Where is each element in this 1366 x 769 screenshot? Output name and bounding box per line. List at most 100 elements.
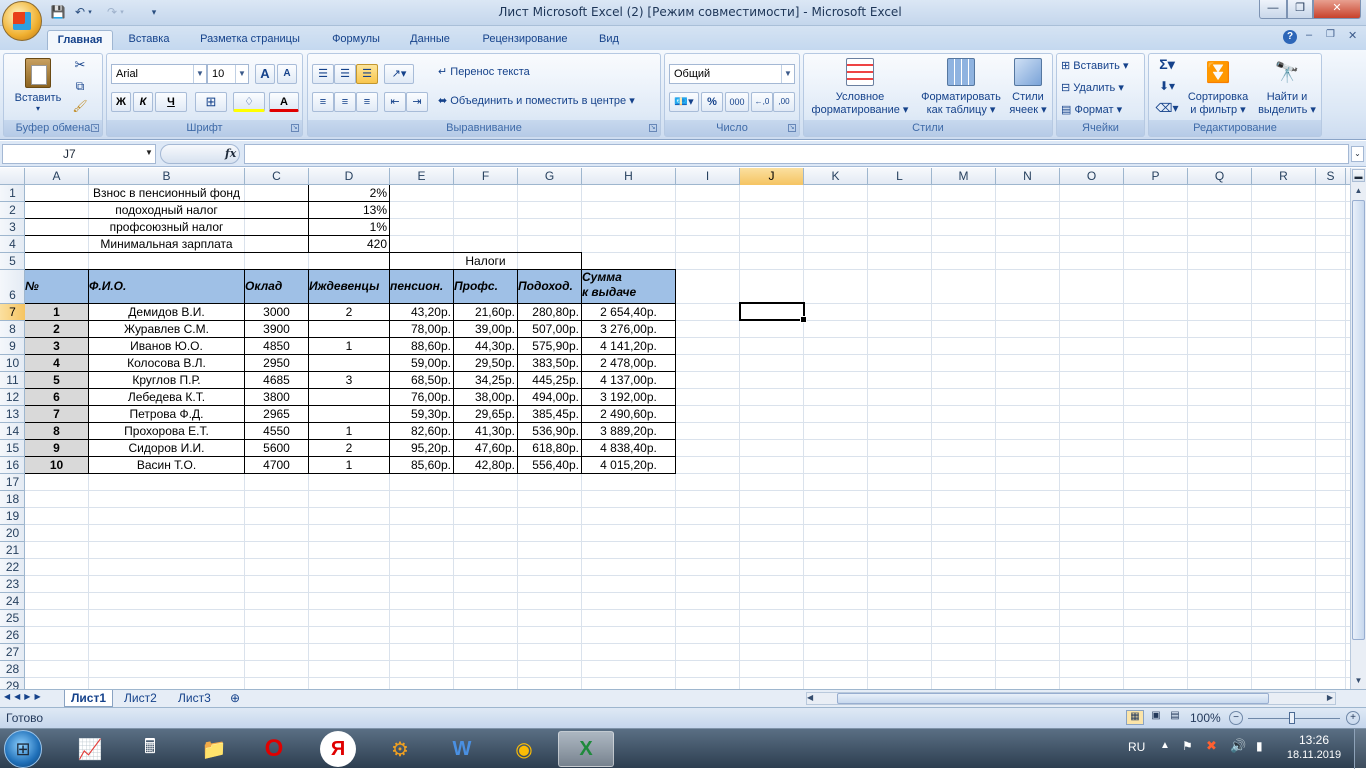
table-cell[interactable]: [308, 320, 390, 338]
column-header-l[interactable]: L: [868, 168, 932, 185]
paste-button[interactable]: Вставить ▾: [10, 58, 66, 114]
column-header-i[interactable]: I: [676, 168, 740, 185]
row-header-13[interactable]: 13: [0, 406, 25, 423]
row-number-cell[interactable]: 10: [25, 456, 89, 474]
table-cell[interactable]: 4 141,20р.: [581, 337, 676, 355]
copy-icon[interactable]: ⧉: [70, 80, 90, 93]
table-header[interactable]: Сумма к выдаче: [581, 269, 676, 304]
delete-cells-button[interactable]: ⊟ Удалить ▾: [1061, 82, 1143, 95]
row-header-22[interactable]: 22: [0, 559, 25, 576]
param-label[interactable]: Взнос в пенсионный фонд: [25, 185, 309, 202]
tray-arrow-icon[interactable]: ▲: [1160, 740, 1170, 751]
table-cell[interactable]: 39,00р.: [453, 320, 518, 338]
table-cell[interactable]: 383,50р.: [517, 354, 582, 372]
table-cell[interactable]: 4685: [244, 371, 309, 389]
name-box[interactable]: J7: [2, 144, 156, 164]
row-header-5[interactable]: 5: [0, 253, 25, 270]
table-cell[interactable]: 4 838,40р.: [581, 439, 676, 457]
table-cell[interactable]: 38,00р.: [453, 388, 518, 406]
insert-sheet-icon[interactable]: ⊕: [230, 691, 240, 705]
table-cell[interactable]: Журавлев С.М.: [88, 320, 245, 338]
row-number-cell[interactable]: 3: [25, 337, 89, 355]
row-number-cell[interactable]: 4: [25, 354, 89, 372]
number-format-select[interactable]: Общий ▼: [669, 64, 795, 84]
table-header[interactable]: Оклад: [244, 269, 309, 304]
column-header-g[interactable]: G: [518, 168, 582, 185]
dialog-launcher-icon[interactable]: ↘: [91, 124, 99, 132]
tray-network-icon[interactable]: ✖: [1206, 738, 1217, 754]
taskbar-chrome-icon[interactable]: ◉: [496, 731, 552, 767]
wrap-text-button[interactable]: ↵ Перенос текста: [438, 66, 558, 79]
table-cell[interactable]: 536,90р.: [517, 422, 582, 440]
align-left-button[interactable]: ≡: [312, 92, 334, 112]
align-center-button[interactable]: ≡: [334, 92, 356, 112]
table-cell[interactable]: 21,60р.: [453, 303, 518, 321]
table-header[interactable]: Подоход.: [517, 269, 582, 304]
row-number-cell[interactable]: 7: [25, 405, 89, 423]
row-number-cell[interactable]: 8: [25, 422, 89, 440]
row-header-28[interactable]: 28: [0, 661, 25, 678]
row-header-3[interactable]: 3: [0, 219, 25, 236]
table-cell[interactable]: 4850: [244, 337, 309, 355]
font-size-select[interactable]: 10 ▼: [207, 64, 249, 84]
scroll-up-icon[interactable]: ▲: [1352, 184, 1365, 198]
taskbar-yandex-icon[interactable]: Я: [320, 731, 356, 767]
table-cell[interactable]: 2965: [244, 405, 309, 423]
vertical-scroll-thumb[interactable]: [1352, 200, 1365, 640]
table-cell[interactable]: 2 654,40р.: [581, 303, 676, 321]
insert-function-button[interactable]: fx: [225, 147, 236, 160]
bold-button[interactable]: Ж: [111, 92, 131, 112]
row-header-24[interactable]: 24: [0, 593, 25, 610]
row-header-16[interactable]: 16: [0, 457, 25, 474]
table-cell[interactable]: 3900: [244, 320, 309, 338]
column-header-f[interactable]: F: [454, 168, 518, 185]
row-header-23[interactable]: 23: [0, 576, 25, 593]
workbook-restore-icon[interactable]: ❐: [1326, 29, 1335, 40]
table-cell[interactable]: 2: [308, 439, 390, 457]
scroll-down-icon[interactable]: ▼: [1352, 674, 1365, 688]
zoom-level[interactable]: 100%: [1190, 711, 1221, 725]
minimize-button[interactable]: —: [1259, 0, 1287, 19]
table-cell[interactable]: Демидов В.И.: [88, 303, 245, 321]
table-cell[interactable]: 47,60р.: [453, 439, 518, 457]
worksheet-grid[interactable]: Взнос в пенсионный фонд 2% подоходный нало…: [25, 185, 1350, 693]
align-bottom-button[interactable]: ☰: [356, 64, 378, 84]
table-cell[interactable]: 1: [308, 456, 390, 474]
taskbar-explorer-icon[interactable]: 📁: [186, 731, 242, 767]
scroll-right-icon[interactable]: ▶: [1327, 693, 1333, 702]
help-icon[interactable]: ?: [1283, 30, 1297, 44]
select-all-button[interactable]: [0, 168, 25, 185]
orientation-button[interactable]: ↗▾: [384, 64, 414, 84]
customize-qat-icon[interactable]: ▾: [146, 5, 162, 20]
autosum-button[interactable]: Σ▾: [1155, 57, 1179, 71]
table-cell[interactable]: 95,20р.: [389, 439, 454, 457]
table-header[interactable]: №: [25, 269, 89, 304]
table-cell[interactable]: 2: [308, 303, 390, 321]
tab-review[interactable]: Рецензирование: [470, 30, 580, 50]
table-cell[interactable]: Васин Т.О.: [88, 456, 245, 474]
row-header-19[interactable]: 19: [0, 508, 25, 525]
row-header-27[interactable]: 27: [0, 644, 25, 661]
table-cell[interactable]: 4 015,20р.: [581, 456, 676, 474]
param-value[interactable]: 2%: [308, 185, 390, 202]
dialog-launcher-icon[interactable]: ↘: [788, 124, 796, 132]
scroll-left-icon[interactable]: ◀: [807, 693, 813, 702]
sheet-tab-1[interactable]: Лист1: [64, 690, 114, 707]
taskbar-word-icon[interactable]: W: [434, 731, 490, 767]
clock-date[interactable]: 18.11.2019: [1280, 749, 1348, 761]
increase-decimal-button[interactable]: ←,0: [751, 92, 773, 112]
cut-icon[interactable]: ✂: [70, 58, 90, 71]
expand-formula-bar-icon[interactable]: ⌄: [1351, 146, 1364, 162]
param-value[interactable]: 13%: [308, 201, 390, 219]
normal-view-icon[interactable]: ▦: [1126, 710, 1144, 725]
row-header-17[interactable]: 17: [0, 474, 25, 491]
tab-formulas[interactable]: Формулы: [322, 30, 390, 50]
column-header-s[interactable]: S: [1316, 168, 1346, 185]
column-header-c[interactable]: C: [245, 168, 309, 185]
horizontal-scroll-thumb[interactable]: [837, 693, 1269, 704]
fill-color-button[interactable]: ♢: [233, 92, 265, 112]
align-middle-button[interactable]: ☰: [334, 64, 356, 84]
table-cell[interactable]: Круглов П.Р.: [88, 371, 245, 389]
close-button[interactable]: ✕: [1313, 0, 1361, 19]
table-cell[interactable]: 4700: [244, 456, 309, 474]
